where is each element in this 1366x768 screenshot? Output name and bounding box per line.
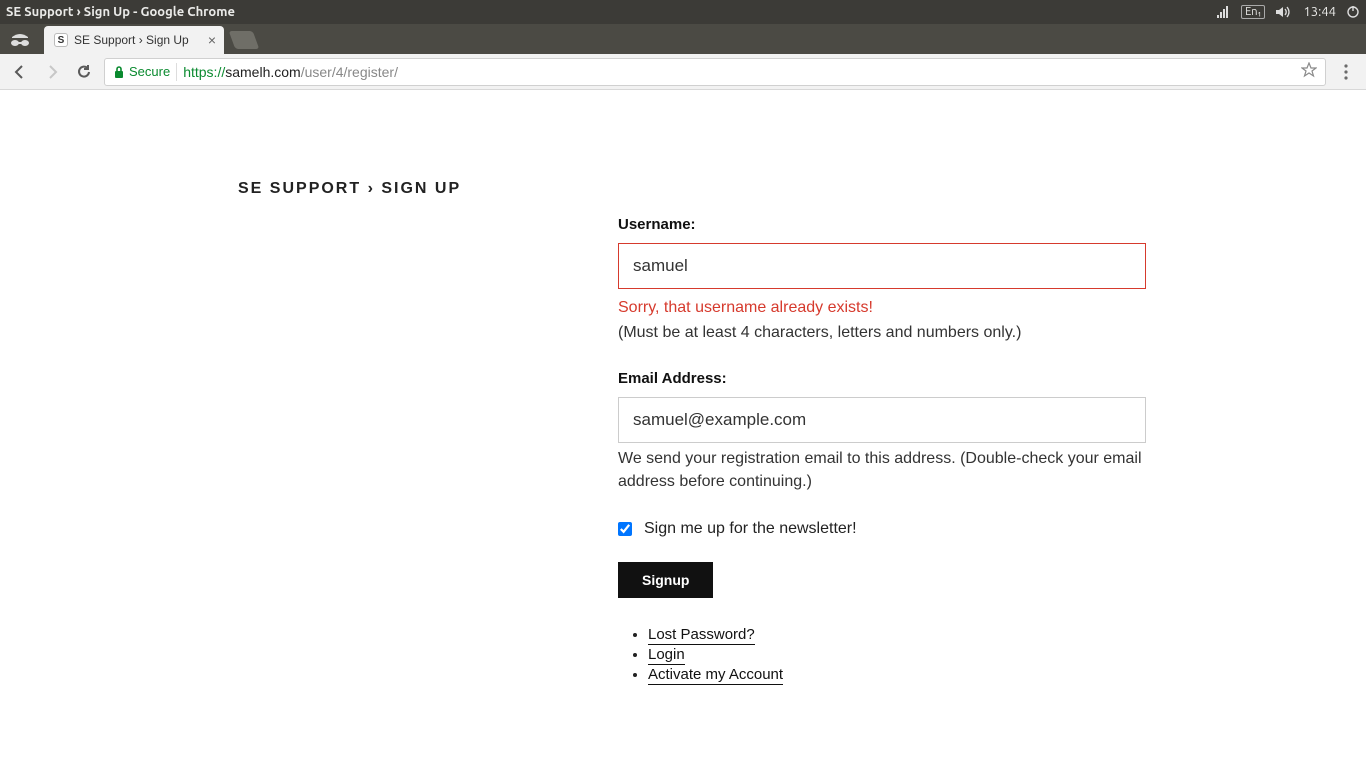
username-input[interactable] <box>618 243 1146 289</box>
url-text: https://samelh.com/user/4/register/ <box>183 64 1295 80</box>
list-item: Login <box>648 646 1146 663</box>
reload-button[interactable] <box>72 60 96 84</box>
new-tab-button[interactable] <box>229 31 260 49</box>
separator <box>176 63 177 81</box>
email-input[interactable] <box>618 397 1146 443</box>
username-hint: (Must be at least 4 characters, letters … <box>618 321 1146 344</box>
email-field: Email Address: We send your registration… <box>618 370 1146 493</box>
address-bar[interactable]: Secure https://samelh.com/user/4/registe… <box>104 58 1326 86</box>
tab-close-icon[interactable]: × <box>208 32 216 48</box>
signup-button[interactable]: Signup <box>618 562 713 598</box>
forward-button[interactable] <box>40 60 64 84</box>
page-content: SE SUPPORT › SIGN UP Username: Sorry, th… <box>228 90 1138 766</box>
newsletter-checkbox[interactable] <box>618 522 632 536</box>
secure-indicator: Secure <box>113 64 170 79</box>
secure-label: Secure <box>129 64 170 79</box>
browser-window: S SE Support › Sign Up × Secure https://… <box>0 24 1366 768</box>
username-label: Username: <box>618 216 1146 233</box>
newsletter-label: Sign me up for the newsletter! <box>644 520 857 538</box>
list-item: Activate my Account <box>648 666 1146 683</box>
page-viewport[interactable]: SE SUPPORT › SIGN UP Username: Sorry, th… <box>0 90 1366 768</box>
lock-icon <box>113 65 125 79</box>
language-indicator[interactable]: En₁ <box>1241 5 1265 19</box>
aux-links: Lost Password? Login Activate my Account <box>618 626 1146 683</box>
newsletter-row: Sign me up for the newsletter! <box>618 520 1146 538</box>
tab-title: SE Support › Sign Up <box>74 33 189 47</box>
login-link[interactable]: Login <box>648 646 685 665</box>
desktop-panel: SE Support › Sign Up - Google Chrome En₁… <box>0 0 1366 24</box>
system-tray: En₁ 13:44 <box>1217 5 1360 19</box>
clock[interactable]: 13:44 <box>1303 5 1336 19</box>
email-hint: We send your registration email to this … <box>618 447 1146 493</box>
volume-icon[interactable] <box>1275 5 1293 19</box>
list-item: Lost Password? <box>648 626 1146 643</box>
browser-tab[interactable]: S SE Support › Sign Up × <box>44 26 224 54</box>
activate-account-link[interactable]: Activate my Account <box>648 666 783 685</box>
incognito-icon <box>0 24 40 54</box>
bookmark-star-icon[interactable] <box>1301 62 1317 81</box>
email-label: Email Address: <box>618 370 1146 387</box>
signup-form: Username: Sorry, that username already e… <box>618 216 1146 683</box>
tab-favicon: S <box>54 33 68 47</box>
page-title: SE SUPPORT › SIGN UP <box>238 180 1128 198</box>
back-button[interactable] <box>8 60 32 84</box>
chrome-menu-button[interactable] <box>1334 64 1358 80</box>
power-icon[interactable] <box>1346 5 1360 19</box>
username-field: Username: Sorry, that username already e… <box>618 216 1146 344</box>
window-title: SE Support › Sign Up - Google Chrome <box>6 5 1217 19</box>
browser-toolbar: Secure https://samelh.com/user/4/registe… <box>0 54 1366 90</box>
lost-password-link[interactable]: Lost Password? <box>648 626 755 645</box>
tab-strip: S SE Support › Sign Up × <box>0 24 1366 54</box>
network-icon[interactable] <box>1217 5 1231 19</box>
username-error: Sorry, that username already exists! <box>618 299 1146 317</box>
